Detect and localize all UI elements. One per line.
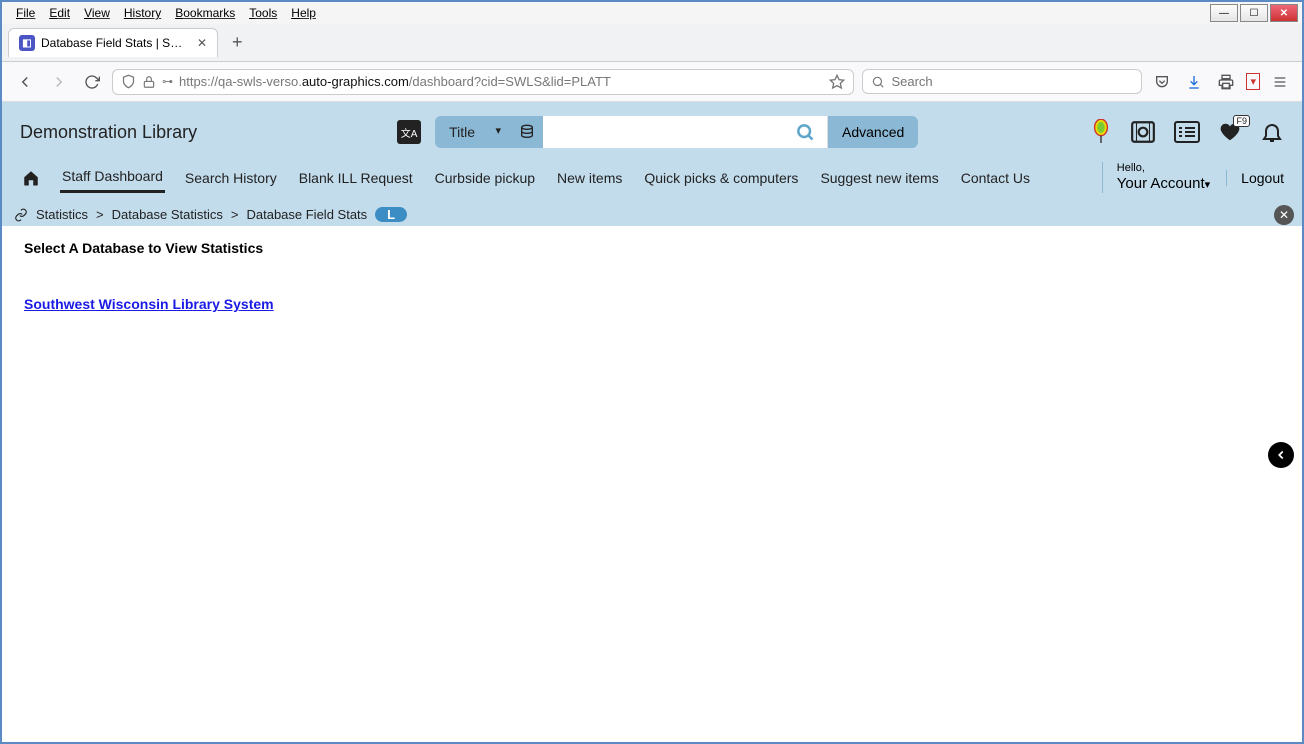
scan-icon[interactable] — [1130, 119, 1156, 145]
shield-icon[interactable] — [121, 74, 136, 89]
menu-history[interactable]: History — [118, 4, 167, 22]
nav-new-items[interactable]: New items — [555, 164, 624, 192]
menu-file[interactable]: File — [10, 4, 41, 22]
hamburger-menu-icon[interactable] — [1268, 70, 1292, 94]
account-label: Your Account▾ — [1117, 175, 1210, 193]
menu-edit[interactable]: Edit — [43, 4, 76, 22]
catalog-search-cluster: 文A Title Advanced — [397, 116, 918, 148]
search-icon — [871, 75, 885, 89]
favorites-badge: F9 — [1233, 115, 1250, 127]
main-nav: Staff Dashboard Search History Blank ILL… — [2, 162, 1302, 203]
browser-toolbar: ⊶ https://qa-swls-verso.auto-graphics.co… — [2, 62, 1302, 102]
tab-close-icon[interactable]: ✕ — [197, 36, 207, 50]
os-menu-bar: File Edit View History Bookmarks Tools H… — [2, 2, 1302, 24]
menu-bookmarks[interactable]: Bookmarks — [169, 4, 241, 22]
browser-search-input[interactable] — [891, 74, 1133, 89]
breadcrumb-db-statistics[interactable]: Database Statistics — [112, 207, 223, 222]
database-select-icon[interactable] — [511, 116, 543, 148]
browser-tab-strip: ◧ Database Field Stats | SWLS | pla ✕ + — [2, 24, 1302, 62]
favorites-heart-icon[interactable]: F9 — [1218, 121, 1242, 143]
nav-curbside[interactable]: Curbside pickup — [433, 164, 537, 192]
browser-search-box[interactable] — [862, 69, 1142, 94]
kids-balloon-icon[interactable] — [1090, 119, 1112, 145]
forward-button[interactable] — [46, 69, 72, 95]
bookmark-star-icon[interactable] — [829, 74, 845, 90]
new-tab-button[interactable]: + — [232, 32, 243, 53]
your-account-dropdown[interactable]: Hello, Your Account▾ — [1102, 162, 1210, 193]
permissions-icon[interactable]: ⊶ — [162, 75, 173, 88]
advanced-search-button[interactable]: Advanced — [828, 116, 918, 148]
search-type-dropdown[interactable]: Title — [435, 116, 511, 148]
nav-suggest[interactable]: Suggest new items — [818, 164, 940, 192]
breadcrumb-bar: Statistics > Database Statistics > Datab… — [2, 203, 1302, 226]
breadcrumb-field-stats[interactable]: Database Field Stats — [246, 207, 367, 222]
nav-search-history[interactable]: Search History — [183, 164, 279, 192]
url-text: https://qa-swls-verso.auto-graphics.com/… — [179, 74, 823, 89]
browser-tab[interactable]: ◧ Database Field Stats | SWLS | pla ✕ — [8, 28, 218, 57]
app-header: Demonstration Library 文A Title Advanced … — [2, 102, 1302, 162]
lock-icon[interactable] — [142, 75, 156, 89]
catalog-search-button[interactable] — [783, 116, 828, 148]
breadcrumb-pill[interactable]: L — [375, 207, 407, 222]
url-bar[interactable]: ⊶ https://qa-swls-verso.auto-graphics.co… — [112, 69, 854, 95]
breadcrumb-sep: > — [96, 207, 104, 222]
reload-button[interactable] — [80, 70, 104, 94]
nav-staff-dashboard[interactable]: Staff Dashboard — [60, 162, 165, 193]
close-window-button[interactable]: ✕ — [1270, 4, 1298, 22]
tab-title: Database Field Stats | SWLS | pla — [41, 36, 191, 50]
header-right-icons: F9 — [1090, 119, 1284, 145]
hello-label: Hello, — [1117, 162, 1210, 175]
downloads-icon[interactable] — [1182, 70, 1206, 94]
breadcrumb-close-icon[interactable]: ✕ — [1274, 205, 1294, 225]
back-button[interactable] — [12, 69, 38, 95]
notifications-bell-icon[interactable] — [1260, 120, 1284, 144]
library-name: Demonstration Library — [20, 122, 197, 143]
nav-blank-ill[interactable]: Blank ILL Request — [297, 164, 415, 192]
language-icon[interactable]: 文A — [397, 120, 421, 144]
pocket-icon[interactable] — [1150, 70, 1174, 94]
link-icon — [14, 208, 28, 222]
security-extension-icon[interactable]: ▾ — [1246, 73, 1260, 90]
home-icon[interactable] — [20, 163, 42, 193]
minimize-button[interactable]: — — [1210, 4, 1238, 22]
maximize-button[interactable]: ☐ — [1240, 4, 1268, 22]
main-content: Select A Database to View Statistics Sou… — [2, 226, 1302, 326]
account-block: Hello, Your Account▾ Logout — [1102, 162, 1284, 193]
catalog-search-input[interactable] — [543, 116, 783, 148]
page-heading: Select A Database to View Statistics — [24, 240, 1280, 256]
menu-tools[interactable]: Tools — [243, 4, 283, 22]
breadcrumb-statistics[interactable]: Statistics — [36, 207, 88, 222]
menu-view[interactable]: View — [78, 4, 116, 22]
window-controls: — ☐ ✕ — [1210, 4, 1298, 22]
nav-quick-picks[interactable]: Quick picks & computers — [642, 164, 800, 192]
menu-help[interactable]: Help — [285, 4, 322, 22]
print-icon[interactable] — [1214, 70, 1238, 94]
database-link-swls[interactable]: Southwest Wisconsin Library System — [24, 296, 274, 312]
tab-favicon-icon: ◧ — [19, 35, 35, 51]
side-panel-toggle[interactable] — [1268, 442, 1294, 468]
logout-link[interactable]: Logout — [1226, 170, 1284, 186]
nav-contact[interactable]: Contact Us — [959, 164, 1032, 192]
breadcrumb-sep: > — [231, 207, 239, 222]
list-icon[interactable] — [1174, 121, 1200, 143]
